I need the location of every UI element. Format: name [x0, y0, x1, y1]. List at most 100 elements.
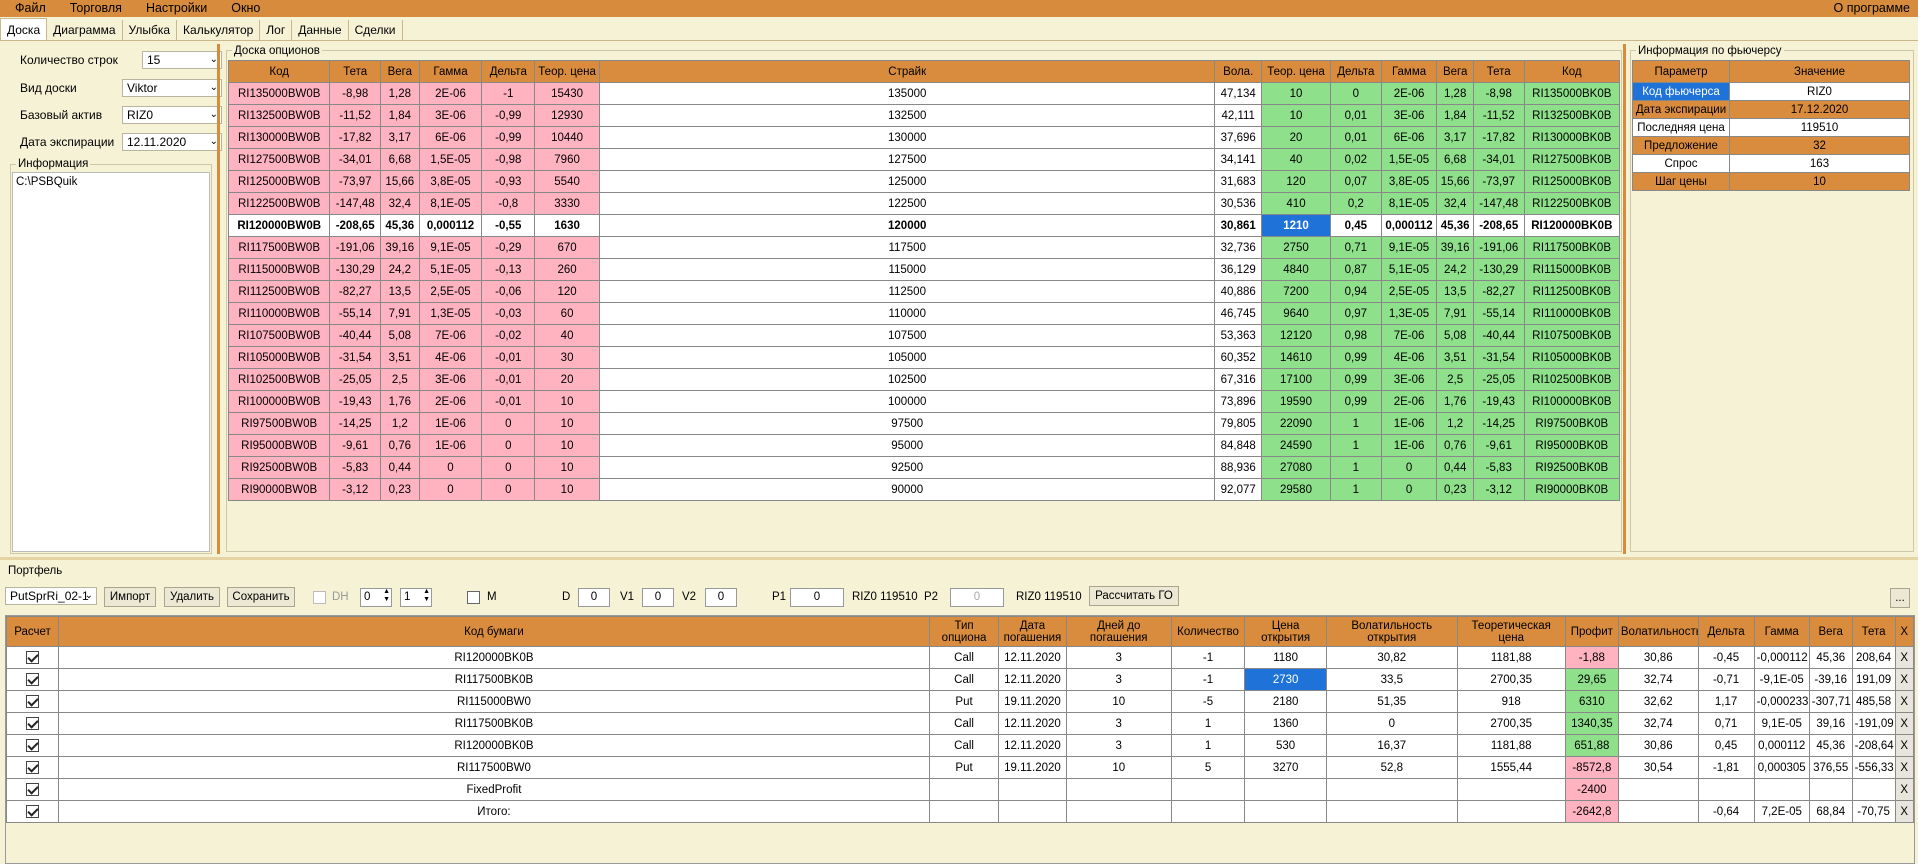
board-cell[interactable]: 1,5E-05 — [418, 148, 483, 171]
board-cell[interactable]: 4E-06 — [418, 346, 483, 369]
board-cell[interactable]: 0 — [1329, 82, 1382, 105]
checkbox-checked-icon[interactable] — [26, 805, 40, 818]
board-row[interactable]: RI132500BW0B -11,52 1,84 3E-06 -0,99 12930 132… — [227, 104, 1621, 127]
portfolio-cell[interactable]: 7,2E-05 — [1753, 800, 1810, 823]
board-cell[interactable]: RI110000BK0B — [1523, 302, 1621, 325]
board-cell[interactable]: 15,66 — [380, 170, 420, 193]
futures-param-cell[interactable]: Код фьючерса — [1632, 82, 1730, 101]
board-cell[interactable]: 3,8E-05 — [418, 170, 483, 193]
futures-row[interactable]: Шаг цены 10 — [1632, 172, 1910, 191]
board-cell[interactable]: 3E-06 — [1380, 368, 1438, 391]
futures-param-cell[interactable]: Последняя цена — [1632, 118, 1730, 137]
board-cell[interactable]: -208,65 — [329, 214, 382, 237]
board-cell[interactable]: 40 — [534, 324, 601, 347]
portfolio-cell[interactable]: 1181,88 — [1456, 734, 1566, 757]
d-input[interactable]: 0 — [578, 588, 610, 607]
board-cell[interactable]: 0 — [481, 456, 536, 479]
board-cell[interactable]: 1,76 — [380, 390, 420, 413]
board-cell[interactable]: -73,97 — [329, 170, 382, 193]
board-cell[interactable]: 2E-06 — [418, 82, 483, 105]
board-cell[interactable]: 0 — [1380, 456, 1438, 479]
board-row[interactable]: RI107500BW0B -40,44 5,08 7E-06 -0,02 40 107500… — [227, 324, 1621, 347]
board-cell[interactable]: 102500 — [599, 368, 1216, 391]
portfolio-cell[interactable]: 19.11.2020 — [998, 756, 1067, 779]
board-cell[interactable]: -73,97 — [1472, 170, 1525, 193]
board-cell[interactable]: 0,07 — [1329, 170, 1382, 193]
save-button[interactable]: Сохранить — [227, 587, 295, 607]
board-cell[interactable]: RI125000BK0B — [1523, 170, 1621, 193]
board-cell[interactable]: 0,000112 — [1380, 214, 1438, 237]
board-header-cell[interactable]: Тета — [329, 60, 382, 83]
board-cell[interactable]: 20 — [1261, 126, 1331, 149]
futures-row[interactable]: Спрос 163 — [1632, 154, 1910, 173]
portfolio-cell[interactable]: 5 — [1170, 756, 1246, 779]
tab-diagram[interactable]: Диаграмма — [47, 20, 123, 40]
portfolio-cell[interactable]: Call — [928, 712, 1000, 735]
futures-value-cell[interactable]: 163 — [1729, 154, 1910, 173]
portfolio-cell[interactable]: 376,55 — [1808, 756, 1853, 779]
board-cell[interactable]: 13,5 — [380, 280, 420, 303]
board-cell[interactable]: RI125000BW0B — [227, 170, 331, 193]
menu-file[interactable]: Файл — [0, 0, 58, 17]
board-cell[interactable]: RI132500BK0B — [1523, 104, 1621, 127]
portfolio-header-cell[interactable]: Волатильность открытия — [1325, 616, 1458, 647]
portfolio-cell[interactable]: 1181,88 — [1456, 646, 1566, 669]
board-cell[interactable]: 37,696 — [1214, 126, 1263, 149]
portfolio-cell[interactable]: 1360 — [1244, 712, 1327, 735]
board-cell[interactable]: 67,316 — [1214, 368, 1263, 391]
board-row[interactable]: RI105000BW0B -31,54 3,51 4E-06 -0,01 30 105000… — [227, 346, 1621, 369]
board-cell[interactable]: 1E-06 — [1380, 434, 1438, 457]
board-cell[interactable]: 0,76 — [380, 434, 420, 457]
more-button[interactable]: ... — [1890, 588, 1910, 608]
board-cell[interactable]: 107500 — [599, 324, 1216, 347]
portfolio-cell[interactable]: 3 — [1065, 646, 1172, 669]
board-cell[interactable]: 1,2 — [380, 412, 420, 435]
board-cell[interactable]: 1 — [1329, 478, 1382, 501]
board-cell[interactable]: 410 — [1261, 192, 1331, 215]
board-cell[interactable]: 8,1E-05 — [1380, 192, 1438, 215]
portfolio-cell[interactable] — [1244, 800, 1327, 823]
portfolio-cell[interactable] — [1325, 778, 1458, 801]
portfolio-cell[interactable]: -5 — [1170, 690, 1246, 713]
board-cell[interactable]: 12120 — [1261, 324, 1331, 347]
portfolio-cell[interactable]: 9,1E-05 — [1753, 712, 1810, 735]
portfolio-cell[interactable]: Call — [928, 668, 1000, 691]
board-cell[interactable]: -208,65 — [1472, 214, 1525, 237]
portfolio-cell[interactable]: -1 — [1170, 646, 1246, 669]
board-cell[interactable]: 2E-06 — [1380, 390, 1438, 413]
board-cell[interactable]: 1 — [1329, 434, 1382, 457]
board-cell[interactable]: -40,44 — [1472, 324, 1525, 347]
portfolio-cell[interactable]: RI120000BK0B — [58, 734, 930, 757]
vertical-splitter[interactable] — [217, 44, 220, 554]
board-cell[interactable]: 3330 — [534, 192, 601, 215]
board-cell[interactable]: 125000 — [599, 170, 1216, 193]
board-row[interactable]: RI112500BW0B -82,27 13,5 2,5E-05 -0,06 120 112… — [227, 280, 1621, 303]
board-cell[interactable]: -0,98 — [481, 148, 536, 171]
portfolio-cell[interactable]: -0,64 — [1697, 800, 1755, 823]
board-cell[interactable]: 39,16 — [1436, 236, 1474, 259]
delete-button[interactable]: Удалить — [164, 587, 220, 607]
checkbox-checked-icon[interactable] — [26, 783, 40, 796]
board-cell[interactable]: 39,16 — [380, 236, 420, 259]
portfolio-cell[interactable]: 12.11.2020 — [998, 734, 1067, 757]
calc-margin-button[interactable]: Рассчитать ГО — [1089, 586, 1179, 606]
portfolio-cell[interactable]: 32,74 — [1617, 668, 1699, 691]
board-cell[interactable]: -0,29 — [481, 236, 536, 259]
remove-row-button[interactable]: X — [1894, 756, 1915, 779]
board-row[interactable]: RI122500BW0B -147,48 32,4 8,1E-05 -0,8 3330 12… — [227, 192, 1621, 215]
portfolio-cell[interactable]: -0,000112 — [1753, 646, 1810, 669]
portfolio-header-cell[interactable]: Количество — [1170, 616, 1246, 647]
menu-about[interactable]: О программе — [1822, 0, 1918, 17]
board-cell[interactable]: RI97500BK0B — [1523, 412, 1621, 435]
board-cell[interactable]: RI95000BK0B — [1523, 434, 1621, 457]
portfolio-cell[interactable]: 191,09 — [1851, 668, 1896, 691]
remove-row-button[interactable]: X — [1894, 734, 1915, 757]
board-cell[interactable]: 42,111 — [1214, 104, 1263, 127]
portfolio-cell[interactable]: 10 — [1065, 756, 1172, 779]
board-header-cell[interactable]: Теор. цена — [534, 60, 601, 83]
portfolio-cell[interactable]: 1,17 — [1697, 690, 1755, 713]
board-cell[interactable]: RI122500BW0B — [227, 192, 331, 215]
board-cell[interactable]: 0 — [481, 478, 536, 501]
board-cell[interactable]: RI120000BK0B — [1523, 214, 1621, 237]
board-cell[interactable]: 1,2 — [1436, 412, 1474, 435]
